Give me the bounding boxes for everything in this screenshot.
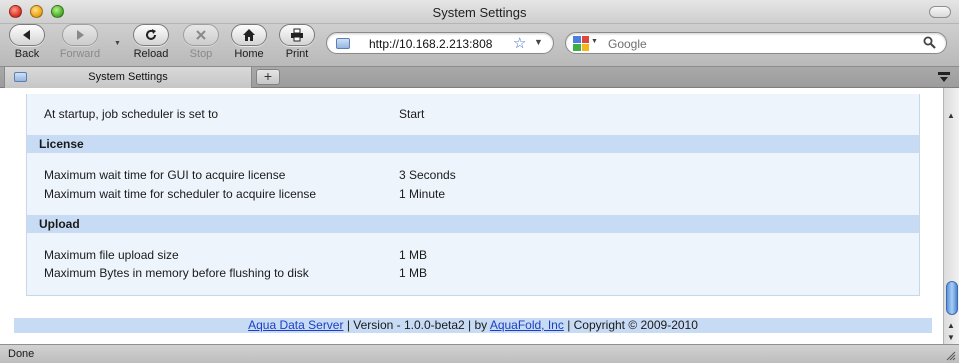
tab-label: System Settings xyxy=(88,71,168,83)
reload-label: Reload xyxy=(133,48,169,60)
setting-label: Maximum Bytes in memory before flushing … xyxy=(44,266,309,280)
stop-x-icon xyxy=(183,24,219,46)
setting-row: Maximum wait time for GUI to acquire lic… xyxy=(27,166,919,184)
search-bar[interactable]: ▼ xyxy=(565,32,947,54)
bookmark-star-icon[interactable]: ☆ xyxy=(513,34,526,52)
forward-button[interactable]: Forward xyxy=(56,24,104,60)
address-url-text[interactable]: http://10.168.2.213:808 xyxy=(369,37,509,51)
back-arrow-icon xyxy=(9,24,45,46)
toolbar-toggle-button[interactable] xyxy=(929,6,951,18)
search-input[interactable] xyxy=(608,36,908,52)
resize-grip-icon[interactable] xyxy=(944,349,956,361)
history-dropdown-icon[interactable]: ▼ xyxy=(114,40,121,47)
status-text: Done xyxy=(8,348,35,360)
product-link[interactable]: Aqua Data Server xyxy=(248,318,343,332)
back-label: Back xyxy=(14,48,40,60)
home-label: Home xyxy=(234,48,264,60)
magnifier-icon[interactable] xyxy=(923,36,936,49)
forward-arrow-icon xyxy=(62,24,98,46)
setting-row: Maximum wait time for scheduler to acqui… xyxy=(27,185,919,203)
company-link[interactable]: AquaFold, Inc xyxy=(490,318,564,332)
vertical-scrollbar[interactable]: ▲ ▲ ▼ xyxy=(943,88,959,344)
folder-favicon-icon xyxy=(336,38,350,49)
stop-button[interactable]: Stop xyxy=(177,24,225,60)
setting-row: At startup, job scheduler is set to Star… xyxy=(27,105,919,123)
copyright-text: | Copyright © 2009-2010 xyxy=(563,318,698,332)
version-text: | Version - 1.0.0-beta2 | by xyxy=(343,318,490,332)
setting-value: 1 MB xyxy=(399,266,428,280)
scroll-up-icon[interactable]: ▲ xyxy=(947,321,955,330)
setting-value: 3 Seconds xyxy=(399,168,456,182)
google-logo-icon[interactable] xyxy=(573,36,589,51)
plus-icon: + xyxy=(263,68,273,84)
search-engine-dropdown-icon[interactable]: ▼ xyxy=(591,38,598,45)
tab-system-settings[interactable]: System Settings xyxy=(4,67,252,88)
home-button[interactable]: Home xyxy=(225,24,273,60)
tab-strip: System Settings + xyxy=(0,66,959,88)
setting-value: 1 MB xyxy=(399,248,428,262)
window-title: System Settings xyxy=(432,5,527,20)
stop-label: Stop xyxy=(189,48,213,60)
setting-label: Maximum file upload size xyxy=(44,248,179,262)
setting-row: Maximum Bytes in memory before flushing … xyxy=(27,264,919,282)
address-bar[interactable]: http://10.168.2.213:808 ☆ ▼ xyxy=(326,32,554,54)
printer-icon xyxy=(279,24,315,46)
new-tab-button[interactable]: + xyxy=(256,69,280,85)
scroll-up-top-icon[interactable]: ▲ xyxy=(947,111,955,120)
print-label: Print xyxy=(285,48,309,60)
reload-icon xyxy=(133,24,169,46)
page-footer: Aqua Data Server | Version - 1.0.0-beta2… xyxy=(14,318,932,333)
back-button[interactable]: Back xyxy=(3,24,51,60)
status-bar: Done xyxy=(0,344,959,363)
section-header-upload: Upload xyxy=(27,215,919,233)
reload-button[interactable]: Reload xyxy=(127,24,175,60)
setting-row: Maximum file upload size 1 MB xyxy=(27,246,919,264)
tab-list-icon[interactable] xyxy=(937,71,951,83)
scroll-thumb[interactable] xyxy=(946,281,958,315)
window-titlebar: System Settings xyxy=(0,0,959,24)
scroll-down-icon[interactable]: ▼ xyxy=(947,333,955,342)
home-icon xyxy=(231,24,267,46)
setting-value: 1 Minute xyxy=(399,187,446,201)
address-dropdown-icon[interactable]: ▼ xyxy=(534,37,543,47)
section-header-license: License xyxy=(27,135,919,153)
settings-panel: At startup, job scheduler is set to Star… xyxy=(26,94,920,296)
print-button[interactable]: Print xyxy=(273,24,321,60)
setting-label: Maximum wait time for scheduler to acqui… xyxy=(44,187,317,201)
forward-label: Forward xyxy=(59,48,101,60)
setting-label: At startup, job scheduler is set to xyxy=(44,107,219,121)
setting-value: Start xyxy=(399,107,425,121)
setting-label: Maximum wait time for GUI to acquire lic… xyxy=(44,168,286,182)
navigation-toolbar: Back Forward ▼ Reload Stop Home Print ht… xyxy=(0,24,959,66)
page-content: At startup, job scheduler is set to Star… xyxy=(0,88,943,344)
